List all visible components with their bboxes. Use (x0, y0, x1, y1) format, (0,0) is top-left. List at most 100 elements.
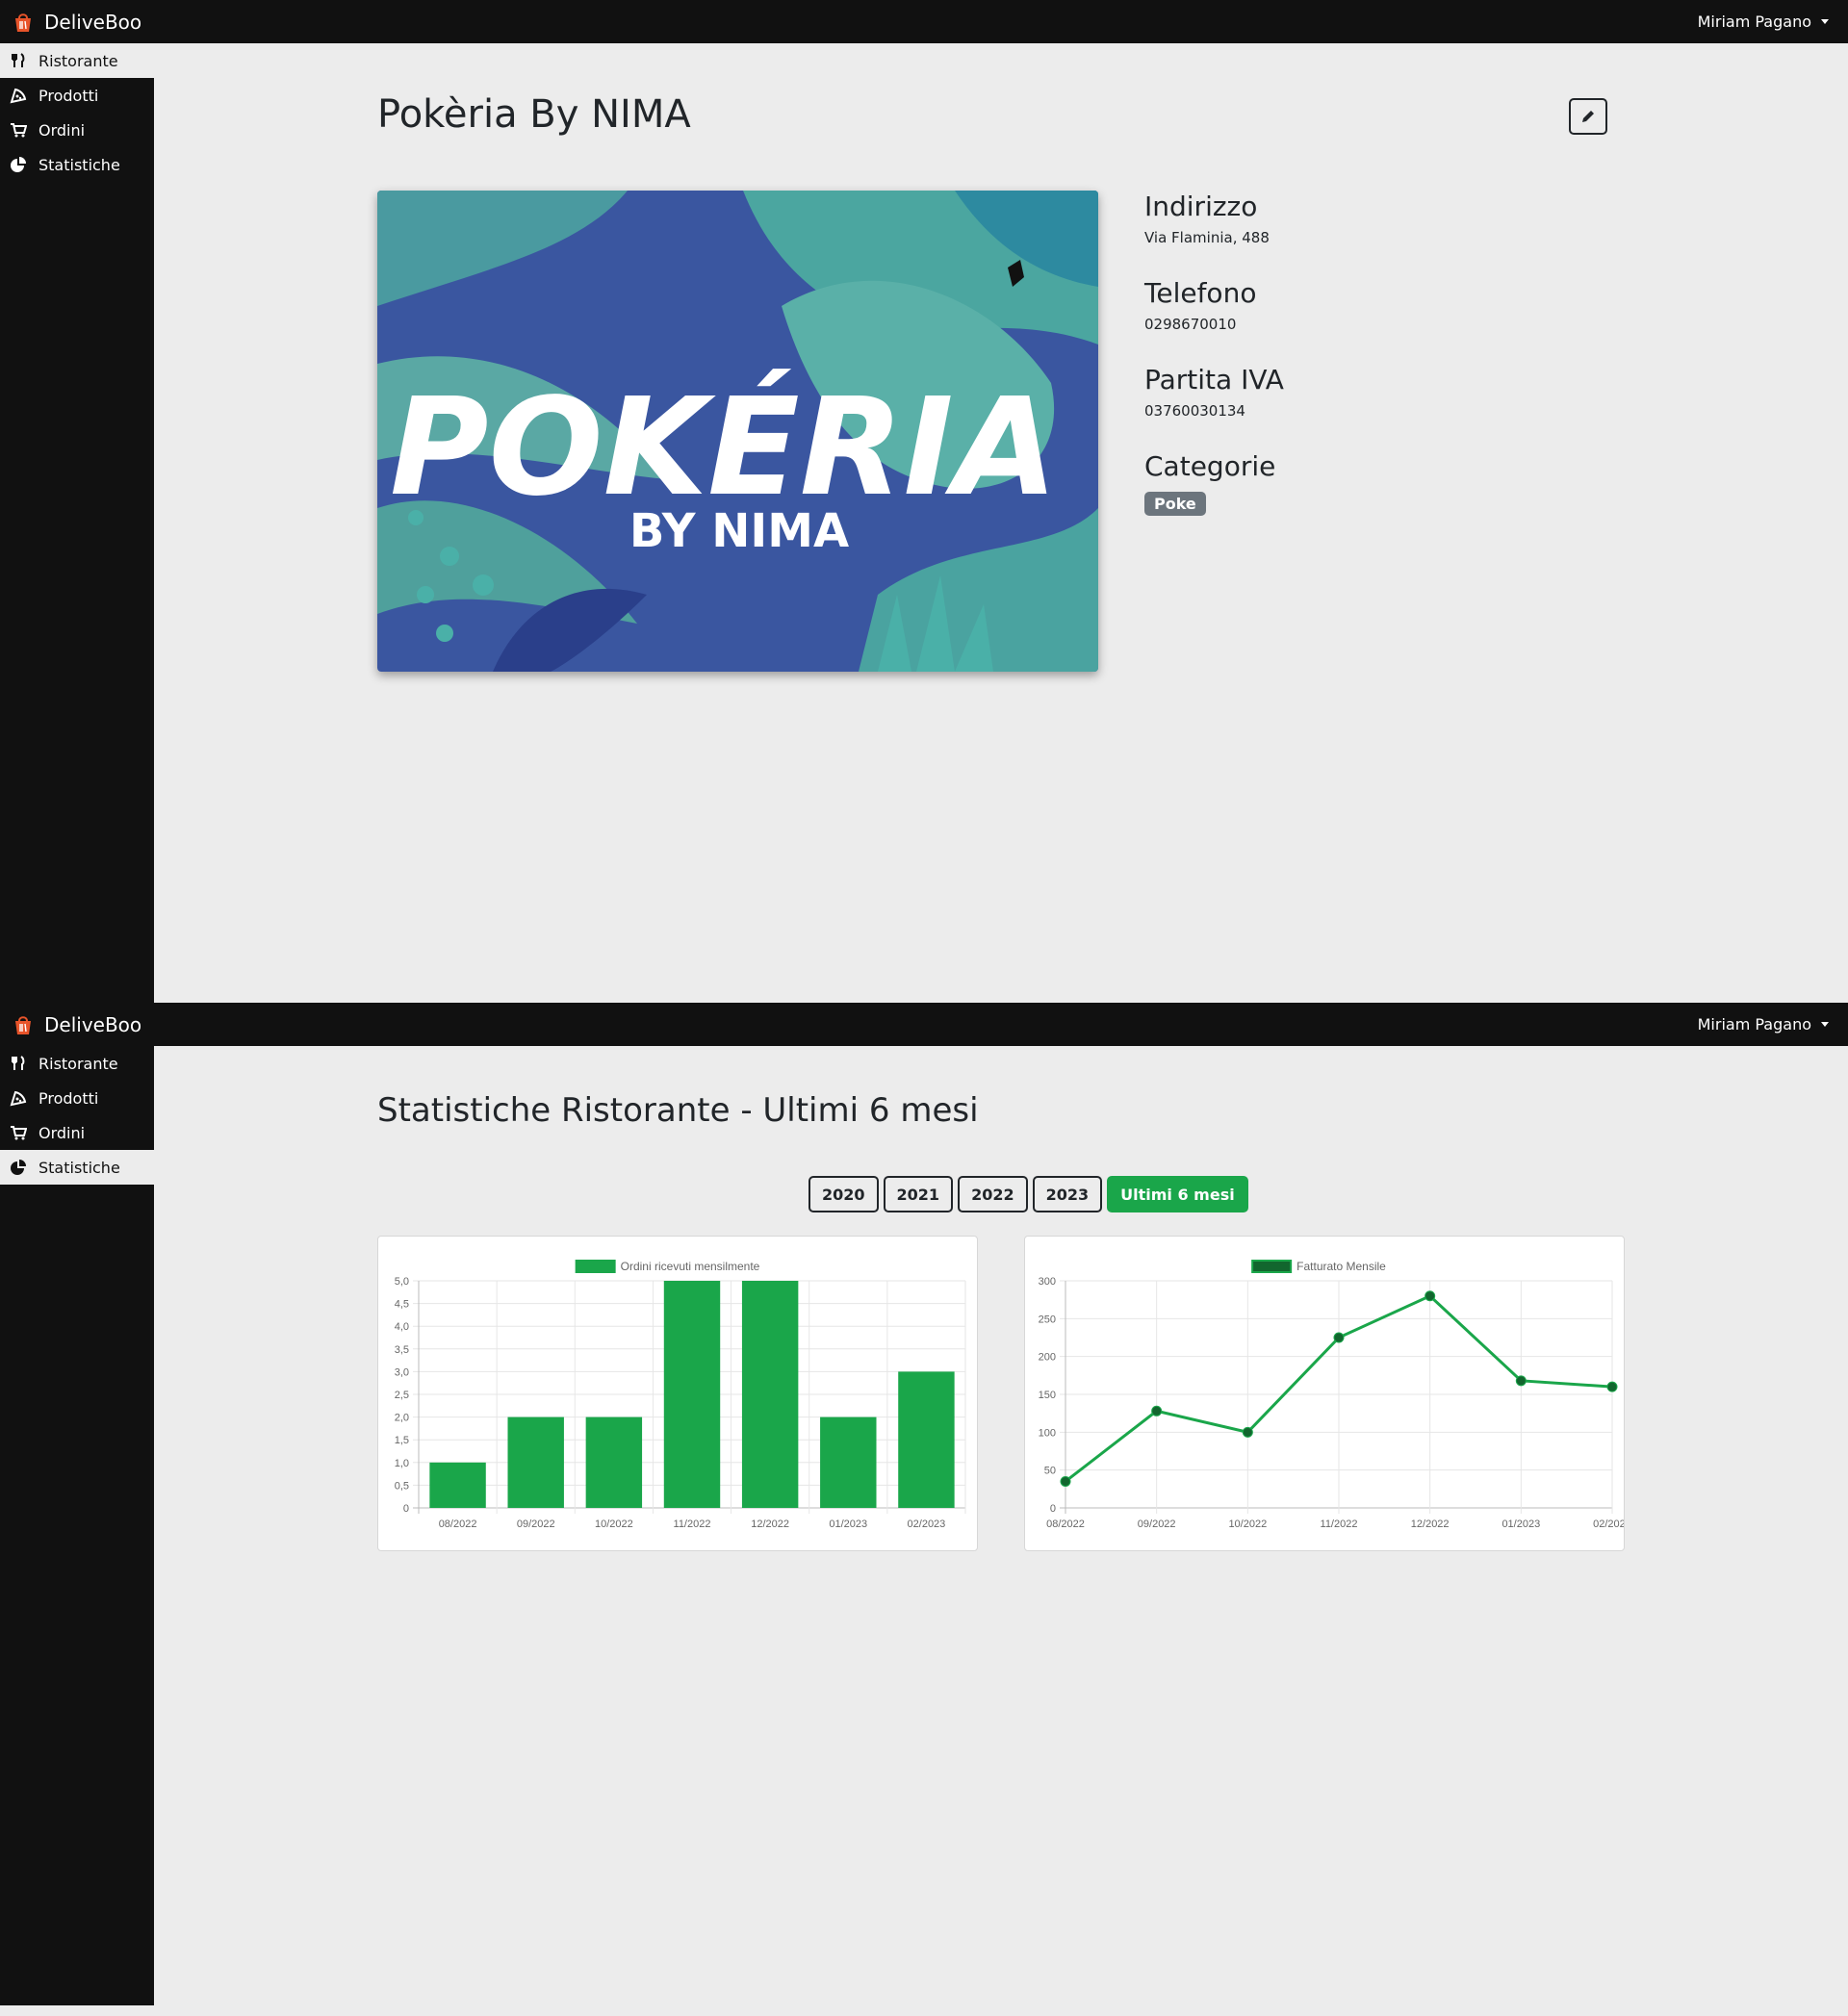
cart-icon (11, 1126, 27, 1140)
page-title: Pokèria By NIMA (377, 92, 691, 137)
period-filters: 2020 2021 2022 2023 Ultimi 6 mesi (808, 1176, 1248, 1212)
sidebar-item-label: Prodotti (38, 1088, 99, 1108)
categories-heading: Categorie (1144, 450, 1276, 482)
sidebar-item-label: Ordini (38, 1123, 86, 1142)
bar-08/2022 (429, 1462, 486, 1508)
restaurant-cover-image: POKÉRIA BY NIMA (377, 191, 1098, 672)
point-01/2023 (1515, 1375, 1527, 1387)
phone-value: 0298670010 (1144, 316, 1237, 333)
stats-title: Statistiche Ristorante - Ultimi 6 mesi (377, 1091, 979, 1130)
sidebar-item-label: Statistiche (38, 155, 120, 174)
y-tick-label: 200 (1039, 1352, 1056, 1364)
top-navbar: DeliveBoo Miriam Pagano (0, 1003, 1848, 1046)
filter-2020-button[interactable]: 2020 (808, 1176, 879, 1212)
bar-11/2022 (663, 1281, 721, 1508)
y-tick-label: 150 (1039, 1390, 1056, 1401)
chevron-down-icon (1821, 1022, 1829, 1027)
legend-label: Fatturato Mensile (1296, 1260, 1386, 1273)
x-tick-label: 09/2022 (517, 1518, 555, 1530)
filter-2021-button[interactable]: 2021 (883, 1176, 954, 1212)
y-tick-label: 4,0 (395, 1321, 409, 1333)
brand-logo-icon (15, 13, 31, 32)
x-tick-label: 12/2022 (1411, 1518, 1450, 1530)
y-tick-label: 250 (1039, 1314, 1056, 1325)
utensils-icon (12, 53, 25, 67)
sidebar-item-prodotti[interactable]: Prodotti (0, 1081, 154, 1115)
brand-logo-icon (15, 1015, 31, 1034)
point-11/2022 (1333, 1332, 1345, 1343)
sidebar-item-label: Prodotti (38, 86, 99, 105)
address-heading: Indirizzo (1144, 191, 1258, 222)
bar-09/2022 (507, 1416, 564, 1508)
sidebar-item-prodotti[interactable]: Prodotti (0, 78, 154, 113)
sidebar: Ristorante Prodotti Ordini Statistiche (0, 1046, 154, 2005)
y-tick-label: 0 (403, 1503, 409, 1515)
sidebar-item-ordini[interactable]: Ordini (0, 113, 154, 147)
y-tick-label: 2,0 (395, 1413, 409, 1424)
x-tick-label: 02/2023 (908, 1518, 946, 1530)
sidebar-item-statistiche[interactable]: Statistiche (0, 1150, 154, 1185)
x-tick-label: 02/2023 (1593, 1518, 1624, 1530)
legend-label: Ordini ricevuti mensilmente (621, 1260, 760, 1273)
y-tick-label: 4,5 (395, 1299, 409, 1311)
y-tick-label: 0,5 (395, 1480, 409, 1492)
x-tick-label: 01/2023 (829, 1518, 867, 1530)
sidebar-item-statistiche[interactable]: Statistiche (0, 147, 154, 182)
pie-chart-icon (11, 1160, 26, 1175)
sidebar-item-ristorante[interactable]: Ristorante (0, 1046, 154, 1081)
point-08/2022 (1060, 1475, 1071, 1487)
chevron-down-icon (1821, 19, 1829, 24)
x-tick-label: 12/2022 (751, 1518, 789, 1530)
filter-2023-button[interactable]: 2023 (1032, 1176, 1103, 1212)
x-tick-label: 11/2022 (674, 1518, 711, 1530)
y-tick-label: 1,5 (395, 1435, 409, 1446)
point-10/2022 (1242, 1426, 1253, 1438)
x-tick-label: 10/2022 (595, 1518, 633, 1530)
pizza-icon (10, 1090, 27, 1107)
y-tick-label: 3,5 (395, 1344, 409, 1356)
brand-name: DeliveBoo (44, 10, 142, 34)
user-menu[interactable]: Miriam Pagano (1698, 0, 1829, 43)
point-09/2022 (1151, 1405, 1163, 1416)
x-tick-label: 09/2022 (1138, 1518, 1176, 1530)
statistics-screen: DeliveBoo Miriam Pagano Ristorante Prodo… (0, 1003, 1848, 2005)
sidebar-item-ristorante[interactable]: Ristorante (0, 43, 154, 78)
user-name: Miriam Pagano (1697, 13, 1811, 31)
bar-10/2022 (585, 1416, 643, 1508)
x-tick-label: 10/2022 (1228, 1518, 1267, 1530)
point-12/2022 (1424, 1290, 1436, 1302)
pizza-icon (10, 88, 27, 104)
y-tick-label: 5,0 (395, 1276, 409, 1288)
cover-artwork: POKÉRIA BY NIMA (377, 191, 1098, 672)
edit-button[interactable] (1569, 98, 1607, 135)
filter-last-6-months-button[interactable]: Ultimi 6 mesi (1107, 1176, 1248, 1212)
user-menu[interactable]: Miriam Pagano (1698, 1003, 1829, 1046)
brand[interactable]: DeliveBoo (12, 0, 141, 43)
filter-2022-button[interactable]: 2022 (958, 1176, 1028, 1212)
phone-heading: Telefono (1144, 277, 1257, 309)
vat-value: 03760030134 (1144, 402, 1245, 420)
x-tick-label: 08/2022 (439, 1518, 477, 1530)
bar-02/2023 (898, 1371, 955, 1508)
y-tick-label: 0 (1050, 1503, 1056, 1515)
user-name: Miriam Pagano (1697, 1015, 1811, 1034)
sidebar-item-label: Ordini (38, 120, 86, 140)
y-tick-label: 2,5 (395, 1390, 409, 1401)
pie-chart-icon (11, 157, 26, 172)
y-tick-label: 300 (1039, 1276, 1056, 1288)
brand[interactable]: DeliveBoo (12, 1003, 141, 1046)
legend-swatch (1251, 1260, 1293, 1273)
utensils-icon (12, 1056, 25, 1070)
legend-swatch (575, 1260, 616, 1273)
y-tick-label: 1,0 (395, 1458, 409, 1469)
brand-name: DeliveBoo (44, 1012, 142, 1036)
revenue-line-chart: Fatturato Mensile 0 50 100 150 200 250 300 08/20… (1039, 1260, 1631, 1530)
cover-subtitle-text: BY NIMA (629, 504, 849, 558)
cover-title-text: POKÉRIA (390, 368, 1058, 526)
sidebar-item-ordini[interactable]: Ordini (0, 1115, 154, 1150)
vat-heading: Partita IVA (1144, 364, 1284, 396)
category-badge: Poke (1144, 492, 1206, 516)
sidebar: Ristorante Prodotti Ordini Statistiche (0, 43, 154, 1003)
x-tick-label: 08/2022 (1046, 1518, 1085, 1530)
top-navbar: DeliveBoo Miriam Pagano (0, 0, 1848, 43)
